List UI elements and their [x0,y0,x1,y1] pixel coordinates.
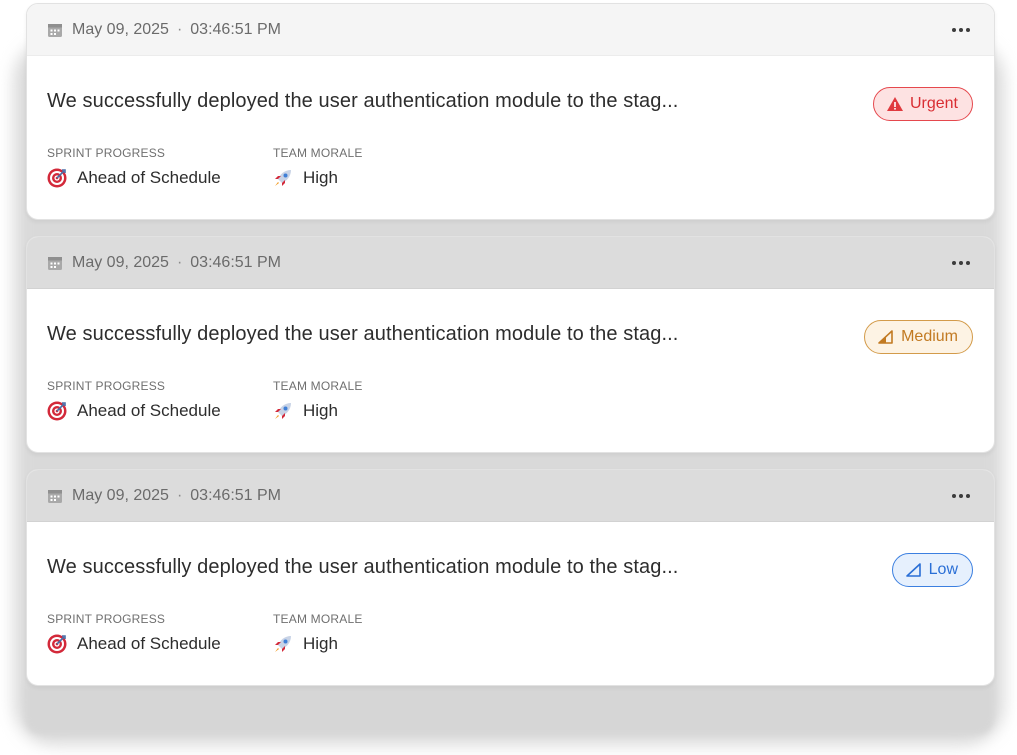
team-morale-label: TEAM MORALE [273,379,363,393]
rocket-icon [273,401,293,421]
report-card-3[interactable]: May 09, 2025 · 03:46:51 PM We successful… [26,469,995,686]
signal-low-icon [905,561,923,579]
team-morale-text: High [303,168,338,187]
team-morale-value: High [273,168,338,188]
card-body: We successfully deployed the user authen… [27,522,994,685]
card-date: May 09, 2025 [72,253,169,271]
target-icon [47,168,67,188]
team-morale-label: TEAM MORALE [273,146,363,160]
team-morale-value: High [273,401,338,421]
sprint-progress-value: Ahead of Schedule [47,634,221,654]
calendar-icon [47,488,63,504]
priority-badge[interactable]: Low [891,553,973,587]
card-timestamp: May 09, 2025 · 03:46:51 PM [47,487,281,505]
priority-label: Low [928,561,958,578]
sprint-progress-label: SPRINT PROGRESS [47,146,166,160]
timestamp-separator: · [176,253,183,271]
sprint-progress-label: SPRINT PROGRESS [47,612,166,626]
priority-label: Medium [901,328,958,345]
warning-triangle-icon [886,95,904,113]
report-card-1[interactable]: May 09, 2025 · 03:46:51 PM We successful… [26,3,995,220]
team-morale-value: High [273,634,338,654]
calendar-icon [47,22,63,38]
card-date: May 09, 2025 [72,486,169,504]
more-options-icon[interactable] [950,255,972,271]
rocket-icon [273,634,293,654]
priority-badge[interactable]: Urgent [872,87,973,121]
priority-badge[interactable]: Medium [864,320,973,354]
priority-label: Urgent [909,95,958,112]
card-timestamp: May 09, 2025 · 03:46:51 PM [47,254,281,272]
card-time: 03:46:51 PM [190,20,282,38]
stack-bottom-shadow [26,684,993,734]
report-card-2[interactable]: May 09, 2025 · 03:46:51 PM We successful… [26,236,995,453]
target-icon [47,634,67,654]
team-morale-text: High [303,401,338,420]
team-morale-label: TEAM MORALE [273,612,363,626]
timestamp-separator: · [176,486,183,504]
card-body: We successfully deployed the user authen… [27,289,994,452]
rocket-icon [273,168,293,188]
card-timestamp: May 09, 2025 · 03:46:51 PM [47,21,281,39]
card-header: May 09, 2025 · 03:46:51 PM [27,4,994,56]
sprint-progress-label: SPRINT PROGRESS [47,379,166,393]
card-time: 03:46:51 PM [190,486,282,504]
card-date: May 09, 2025 [72,20,169,38]
sprint-progress-text: Ahead of Schedule [77,168,221,187]
calendar-icon [47,255,63,271]
sprint-progress-value: Ahead of Schedule [47,401,221,421]
report-stack: May 09, 2025 · 03:46:51 PM We successful… [0,0,1017,755]
more-options-icon[interactable] [950,488,972,504]
card-body: We successfully deployed the user authen… [27,56,994,219]
team-morale-text: High [303,634,338,653]
sprint-progress-text: Ahead of Schedule [77,634,221,653]
target-icon [47,401,67,421]
card-header: May 09, 2025 · 03:46:51 PM [27,237,994,289]
sprint-progress-value: Ahead of Schedule [47,168,221,188]
card-summary[interactable]: We successfully deployed the user authen… [47,323,678,346]
card-header: May 09, 2025 · 03:46:51 PM [27,470,994,522]
sprint-progress-text: Ahead of Schedule [77,401,221,420]
more-options-icon[interactable] [950,22,972,38]
card-summary[interactable]: We successfully deployed the user authen… [47,556,678,579]
card-summary[interactable]: We successfully deployed the user authen… [47,90,678,113]
timestamp-separator: · [176,20,183,38]
card-time: 03:46:51 PM [190,253,282,271]
signal-medium-icon [877,328,895,346]
